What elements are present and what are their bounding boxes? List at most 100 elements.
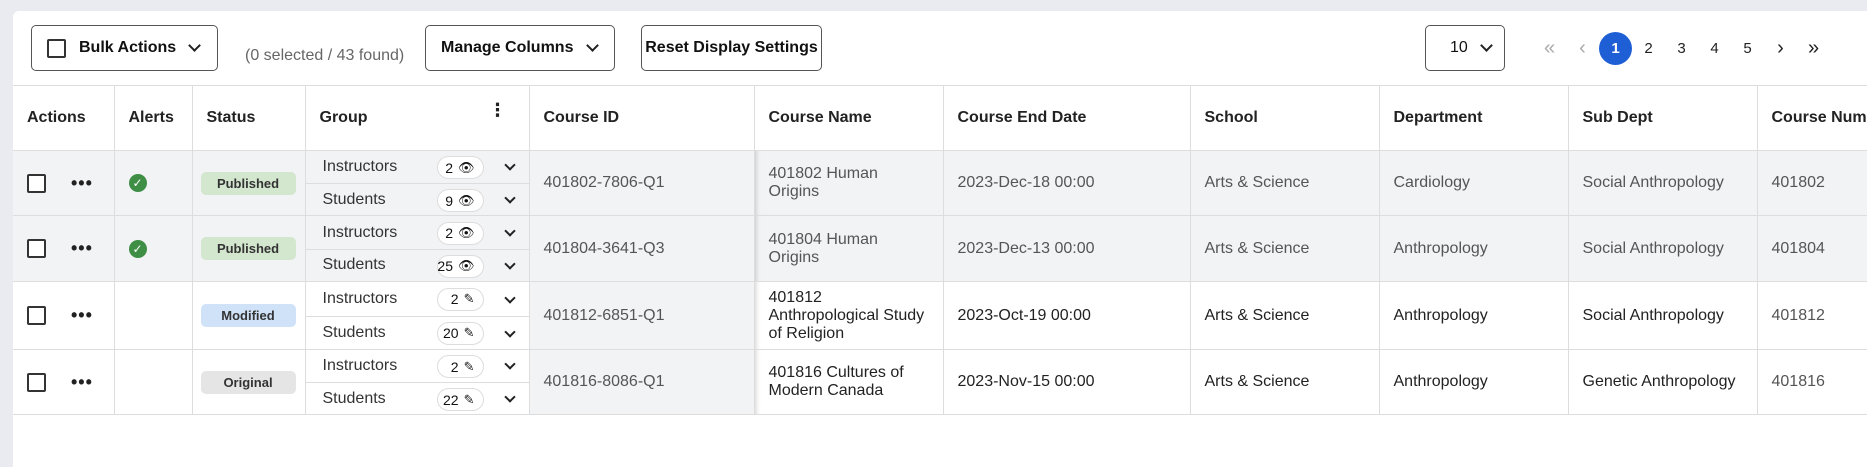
students-count-badge[interactable]: 25 👁 xyxy=(436,254,484,278)
chevron-down-icon[interactable] xyxy=(503,325,516,338)
group-students[interactable]: Students 20 ✎ xyxy=(305,315,529,349)
group-students-label: Students xyxy=(322,256,386,273)
more-actions-icon[interactable]: ••• xyxy=(71,305,93,326)
manage-columns-label: Manage Columns xyxy=(441,39,574,56)
col-header-school[interactable]: School xyxy=(1190,85,1380,151)
chevron-down-icon[interactable] xyxy=(503,224,516,237)
course-name-cell: 401804 Human Origins xyxy=(754,215,944,282)
school-cell: Arts & Science xyxy=(1190,150,1380,216)
group-cell: Instructors 2 ✎ Students 22 ✎ xyxy=(305,349,530,415)
first-page-button[interactable]: « xyxy=(1533,32,1566,65)
prev-page-button[interactable]: ‹ xyxy=(1566,32,1599,65)
course-end-date-cell: 2023-Dec-18 00:00 xyxy=(943,150,1191,216)
instructors-count-badge[interactable]: 2 ✎ xyxy=(436,355,484,378)
table-row[interactable]: ••• Modified Instructors 2 ✎ Students 20 ✎ xyxy=(13,281,1867,350)
page-1-button[interactable]: 1 xyxy=(1599,31,1632,65)
page-4-button[interactable]: 4 xyxy=(1698,32,1731,65)
more-actions-icon[interactable]: ••• xyxy=(71,372,93,393)
col-header-course-name[interactable]: Course Name xyxy=(754,85,944,151)
students-count-badge[interactable]: 22 ✎ xyxy=(436,388,484,411)
students-count-badge[interactable]: 20 ✎ xyxy=(436,321,484,345)
col-header-course-end-date[interactable]: Course End Date xyxy=(943,85,1191,151)
eye-icon: 👁 xyxy=(457,192,475,208)
col-header-alerts[interactable]: Alerts xyxy=(114,85,193,151)
toolbar: Bulk Actions (0 selected / 43 found) Man… xyxy=(13,11,1867,85)
group-instructors[interactable]: Instructors 2 ✎ xyxy=(306,350,529,382)
status-cell: Original xyxy=(192,349,306,415)
sub-dept-cell: Social Anthropology xyxy=(1568,281,1758,350)
course-id-cell: 401802-7806-Q1 xyxy=(529,150,755,216)
table-row[interactable]: ••• ✓ Published Instructors 2 👁 Students … xyxy=(13,150,1867,216)
chevron-down-icon xyxy=(1479,39,1493,52)
chevron-down-icon xyxy=(188,39,202,52)
select-all-checkbox[interactable] xyxy=(47,38,66,58)
group-students[interactable]: Students 22 ✎ xyxy=(305,382,529,414)
group-instructors[interactable]: Instructors 2 ✎ xyxy=(306,283,529,316)
course-number-cell: 401802 xyxy=(1757,150,1867,216)
last-page-button[interactable]: » xyxy=(1797,32,1830,65)
row-checkbox[interactable] xyxy=(27,306,46,325)
more-actions-icon[interactable]: ••• xyxy=(71,173,93,194)
group-instructors[interactable]: Instructors 2 👁 xyxy=(306,151,529,183)
school-cell: Arts & Science xyxy=(1190,281,1380,350)
page-size-select[interactable]: 10 xyxy=(1425,25,1505,71)
alerts-cell xyxy=(114,281,193,350)
group-students-label: Students xyxy=(322,389,386,407)
page-3-button[interactable]: 3 xyxy=(1665,32,1698,65)
col-header-department[interactable]: Department xyxy=(1379,85,1569,151)
col-header-sub-dept[interactable]: Sub Dept xyxy=(1568,85,1758,151)
chevron-down-icon[interactable] xyxy=(503,192,516,204)
group-cell: Instructors 2 👁 Students 9 👁 xyxy=(305,150,530,216)
col-header-actions[interactable]: Actions xyxy=(13,85,115,151)
table-header-row: Actions Alerts Status Group ⋮ Course ID … xyxy=(13,85,1867,151)
col-header-course-id[interactable]: Course ID xyxy=(529,85,755,151)
alerts-cell: ✓ xyxy=(114,215,193,282)
vertical-dots-icon[interactable]: ⋮ xyxy=(489,101,507,119)
manage-columns-button[interactable]: Manage Columns xyxy=(425,25,615,71)
row-checkbox[interactable] xyxy=(27,173,46,193)
col-header-status[interactable]: Status xyxy=(192,85,306,151)
reset-display-settings-button[interactable]: Reset Display Settings xyxy=(641,25,822,71)
group-instructors[interactable]: Instructors 2 👁 xyxy=(306,217,529,249)
group-students-label: Students xyxy=(322,323,386,341)
chevron-down-icon[interactable] xyxy=(503,291,516,304)
status-cell: Published xyxy=(192,215,306,282)
status-cell: Modified xyxy=(192,281,306,350)
pagination: « ‹ 1 2 3 4 5 › » xyxy=(1533,31,1830,65)
col-header-course-number[interactable]: Course Numl xyxy=(1757,85,1867,151)
sub-dept-cell: Social Anthropology xyxy=(1568,150,1758,216)
group-instructors-label: Instructors xyxy=(322,357,398,374)
course-id-cell: 401812-6851-Q1 xyxy=(529,281,755,350)
group-students[interactable]: Students 25 👁 xyxy=(305,248,529,281)
department-cell: Anthropology xyxy=(1379,215,1569,282)
group-cell: Instructors 2 👁 Students 25 👁 xyxy=(305,215,530,282)
course-number-cell: 401804 xyxy=(1757,215,1867,282)
row-checkbox[interactable] xyxy=(27,372,46,392)
group-instructors-label: Instructors xyxy=(322,290,398,307)
actions-cell: ••• xyxy=(13,150,115,216)
pencil-icon: ✎ xyxy=(463,291,475,306)
page-2-button[interactable]: 2 xyxy=(1632,32,1665,65)
group-students[interactable]: Students 9 👁 xyxy=(305,183,529,215)
chevron-down-icon[interactable] xyxy=(503,159,516,171)
chevron-down-icon[interactable] xyxy=(503,391,516,403)
page-5-button[interactable]: 5 xyxy=(1731,32,1764,65)
actions-cell: ••• xyxy=(13,349,115,415)
course-name-cell: 401816 Cultures of Modern Canada xyxy=(754,349,944,415)
bulk-actions-button[interactable]: Bulk Actions xyxy=(31,25,218,71)
col-header-group[interactable]: Group ⋮ xyxy=(305,85,530,151)
row-checkbox[interactable] xyxy=(27,239,46,258)
instructors-count-badge[interactable]: 2 👁 xyxy=(436,156,484,179)
students-count-badge[interactable]: 9 👁 xyxy=(436,189,484,212)
chevron-down-icon[interactable] xyxy=(503,257,516,270)
chevron-down-icon[interactable] xyxy=(503,358,516,370)
next-page-button[interactable]: › xyxy=(1764,32,1797,65)
table-row[interactable]: ••• ✓ Published Instructors 2 👁 Students … xyxy=(13,215,1867,282)
table-row[interactable]: ••• Original Instructors 2 ✎ Students 22 ✎ xyxy=(13,349,1867,415)
more-actions-icon[interactable]: ••• xyxy=(71,238,93,259)
course-number-cell: 401812 xyxy=(1757,281,1867,350)
instructors-count-badge[interactable]: 2 👁 xyxy=(436,221,484,245)
check-circle-icon: ✓ xyxy=(128,239,147,258)
instructors-count-badge[interactable]: 2 ✎ xyxy=(436,287,484,311)
group-students-label: Students xyxy=(322,190,386,208)
